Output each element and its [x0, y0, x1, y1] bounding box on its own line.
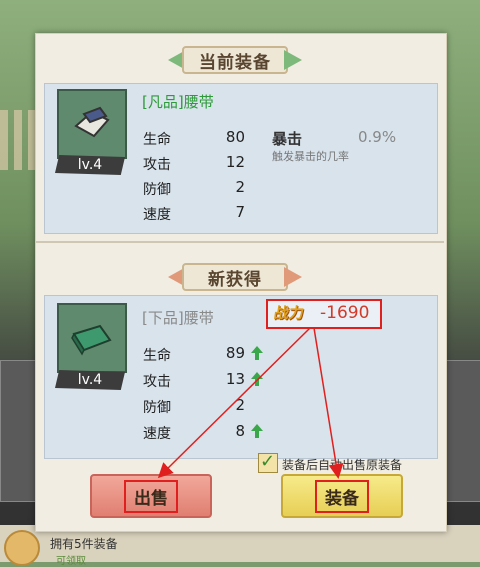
stat-value-atk: 12: [225, 153, 245, 171]
up-arrow-icon: [251, 372, 263, 386]
new-stat-label-atk: 攻击: [143, 374, 171, 390]
power-label: 战力: [272, 304, 306, 322]
stat-value-spd: 7: [235, 203, 245, 221]
up-arrow-icon: [251, 424, 263, 438]
new-stat-value-hp: 89: [225, 344, 245, 362]
equip-button[interactable]: 装备: [281, 474, 403, 518]
equip-button-label: 装备: [315, 479, 369, 513]
new-stat-label-hp: 生命: [143, 348, 171, 364]
fence-decoration: [0, 110, 40, 170]
new-stat-label-def: 防御: [143, 400, 171, 416]
crit-description: 触发暴击的几率: [272, 150, 349, 163]
power-change-value: -1690: [320, 303, 370, 323]
stat-value-hp: 80: [225, 128, 245, 146]
new-item-slot[interactable]: [57, 303, 127, 373]
new-item-level: lv.4: [55, 370, 125, 390]
stat-label-spd: 速度: [143, 207, 171, 223]
new-stat-value-atk: 13: [225, 370, 245, 388]
checkmark-icon: ✓: [260, 451, 276, 472]
sell-button-label: 出售: [124, 479, 178, 513]
belt-icon: [71, 324, 112, 356]
stat-label-hp: 生命: [143, 132, 171, 148]
stat-label-def: 防御: [143, 182, 171, 198]
section-divider: [36, 241, 444, 243]
sell-button[interactable]: 出售: [90, 474, 212, 518]
current-item-name: [凡品]腰带: [142, 93, 214, 111]
owned-count: 拥有5件装备: [50, 537, 118, 551]
current-equipment-banner: 当前装备: [168, 46, 302, 74]
new-stat-value-def: 2: [235, 396, 245, 414]
left-side-panel: [0, 360, 36, 502]
right-side-panel: [446, 360, 480, 502]
new-acquired-banner: 新获得: [168, 263, 302, 291]
banner-wing-right: [284, 50, 302, 70]
current-item-slot[interactable]: [57, 89, 127, 159]
banner-wing-right: [284, 267, 302, 287]
crit-label: 暴击: [272, 130, 303, 148]
current-item-level: lv.4: [55, 155, 125, 175]
stat-label-atk: 攻击: [143, 157, 171, 173]
auto-sell-label[interactable]: 装备后自动出售原装备: [282, 456, 402, 473]
new-acquired-title: 新获得: [208, 269, 262, 290]
up-arrow-icon: [251, 346, 263, 360]
current-equipment-title: 当前装备: [199, 52, 271, 73]
new-stat-value-spd: 8: [235, 422, 245, 440]
new-stat-label-spd: 速度: [143, 426, 171, 442]
stat-value-def: 2: [235, 178, 245, 196]
belt-icon: [74, 106, 110, 138]
new-item-name: [下品]腰带: [142, 309, 214, 327]
coin-icon: [4, 530, 40, 566]
crit-value: 0.9%: [358, 128, 397, 146]
claimable-label: 可领取: [56, 556, 86, 567]
